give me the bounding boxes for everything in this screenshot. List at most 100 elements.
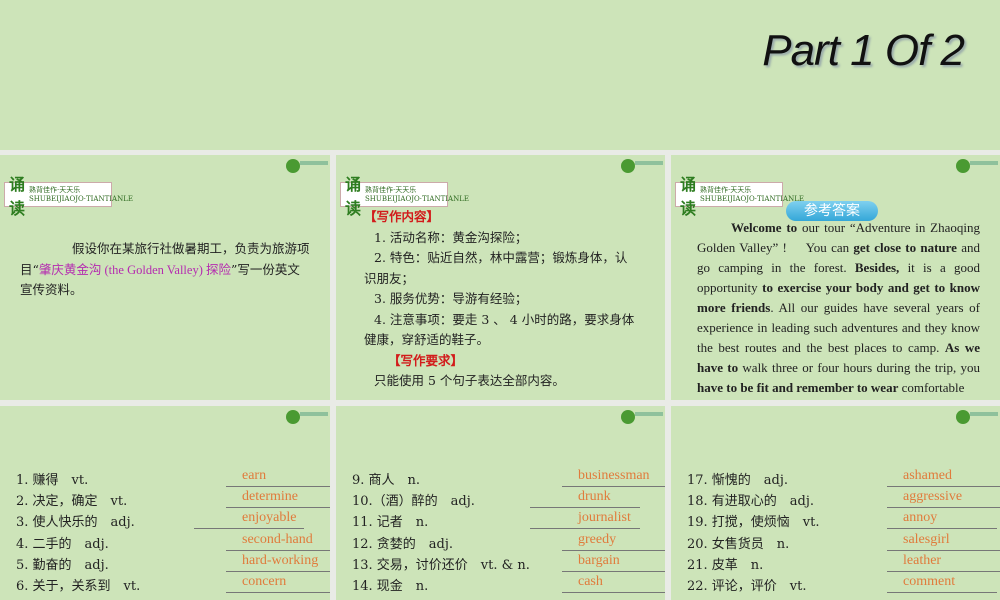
recite-badge: 诵读 熟背佳作·天天乐 SHUBEIJIAOJO·TIANTIANLE [340, 175, 469, 218]
site-logo-icon [286, 159, 328, 173]
vocab-row: 9. 商人 n. businessman [352, 468, 665, 490]
answer-blank [226, 570, 330, 572]
answer-blank [562, 570, 665, 572]
answer-blank [887, 486, 1000, 487]
answer-blank [562, 549, 665, 551]
site-logo-icon [621, 410, 663, 424]
vocab-term: 11. 记者 n. [352, 515, 429, 531]
vocab-answer: bargain [578, 552, 620, 568]
title-area: Part 1 Of 2 [0, 0, 1000, 150]
vocab-answer: earn [242, 468, 267, 483]
vocab-term: 21. 皮革 n. [687, 557, 764, 573]
vocab-answer: annoy [903, 510, 938, 526]
vocab-answer: greedy [578, 531, 617, 547]
prompt-text: 假设你在某旅行社做暑期工，负责为旅游项目“肇庆黄金沟 (the Golden V… [20, 241, 310, 297]
slide-prompt[interactable]: 诵读 熟背佳作·天天乐 SHUBEIJIAOJO·TIANTIANLE 假设你在某旅… [0, 155, 330, 400]
answer-blank [530, 507, 640, 509]
site-logo-icon [956, 159, 998, 173]
vocab-term: 17. 惭愧的 adj. [687, 473, 789, 488]
vocab-term: 20. 女售货员 n. [687, 536, 790, 552]
answer-blank [226, 549, 330, 551]
vocab-row: 1. 赚得 vt. earn [16, 468, 330, 490]
vocab-answer: drunk [578, 489, 611, 505]
vocab-answer: determine [242, 489, 298, 505]
essay-segment: have to be fit and remember to wear [697, 380, 899, 395]
answer-blank [562, 592, 665, 593]
vocab-row: 10.（酒）醉的 adj. drunk [352, 489, 665, 511]
vocab-answer: businessman [578, 468, 650, 483]
slide-vocab-1[interactable]: 1. 赚得 vt. earn 2. 决定，确定 vt. determine 3. 使人快… [0, 406, 330, 600]
vocab-term: 19. 打搅，使烦恼 vt. [687, 515, 820, 531]
vocab-answer: comment [903, 574, 956, 589]
recite-badge: 诵读 熟背佳作·天天乐 SHUBEIJIAOJO·TIANTIANLE [675, 175, 804, 218]
vocab-answer: enjoyable [242, 510, 297, 526]
vocab-row: 19. 打搅，使烦恼 vt. annoy [687, 510, 1000, 532]
slide-requirements[interactable]: 诵读 熟背佳作·天天乐 SHUBEIJIAOJO·TIANTIANLE 【写作内容】… [336, 155, 665, 400]
vocab-term: 6. 关于，关系到 vt. [16, 579, 141, 594]
vocab-row: 12. 贪婪的 adj. greedy [352, 531, 665, 554]
answer-blank [194, 528, 304, 530]
vocab-answer: aggressive [903, 489, 963, 505]
answer-blank [887, 592, 997, 593]
vocab-term: 2. 决定，确定 vt. [16, 494, 128, 510]
vocab-row: 21. 皮革 n. leather [687, 552, 1000, 575]
item: 3. 服务优势：导游有经验； [374, 291, 528, 306]
vocab-row: 6. 关于，关系到 vt. concern [16, 574, 330, 596]
vocab-answer: leather [903, 552, 942, 568]
item: 2. 特色：贴近自然，林中露营；锻炼身体，认识朋友； [364, 250, 628, 286]
vocab-term: 18. 有进取心的 adj. [687, 494, 815, 510]
vocab-answer: salesgirl [903, 531, 950, 547]
answer-blank [226, 507, 330, 509]
vocab-row: 20. 女售货员 n. salesgirl [687, 531, 1000, 554]
requirement-heading: 【写作要求】 [388, 352, 464, 368]
vocab-term: 9. 商人 n. [352, 473, 421, 488]
vocab-row: 14. 现金 n. cash [352, 574, 665, 596]
recite-badge: 诵读 熟背佳作·天天乐 SHUBEIJIAOJO·TIANTIANLE [4, 175, 133, 218]
answer-blank [887, 507, 1000, 509]
vocab-row: 11. 记者 n. journalist [352, 510, 665, 532]
vocab-term: 10.（酒）醉的 adj. [352, 494, 475, 510]
vocab-answer: hard-working [242, 552, 319, 568]
vocab-answer: journalist [578, 510, 631, 526]
answer-blank [226, 592, 330, 593]
answer-blank [562, 486, 665, 487]
vocab-term: 13. 交易，讨价还价 vt. & n. [352, 557, 530, 573]
answer-blank [226, 486, 330, 487]
answer-essay: Welcome to our tour “Adventure in Zhaoqi… [697, 218, 980, 398]
item: 4. 注意事项：要走 3 、 4 小时的路，要求身体健康，穿舒适的鞋子。 [364, 311, 635, 348]
site-logo-icon [621, 159, 663, 173]
site-logo-icon [286, 410, 328, 424]
essay-segment: get close to nature [853, 240, 957, 255]
slide-answer[interactable]: 诵读 熟背佳作·天天乐 SHUBEIJIAOJO·TIANTIANLE 参考答案 W… [671, 155, 1000, 400]
vocab-term: 12. 贪婪的 adj. [352, 536, 454, 552]
slide-title: Part 1 Of 2 [762, 26, 965, 75]
essay-segment: Besides, [854, 260, 900, 275]
slide-vocab-2[interactable]: 9. 商人 n. businessman 10.（酒）醉的 adj. drunk 11.… [336, 406, 665, 600]
item: 1. 活动名称：黄金沟探险； [374, 229, 528, 245]
vocab-row: 2. 决定，确定 vt. determine [16, 489, 330, 511]
vocab-term: 14. 现金 n. [352, 579, 429, 594]
requirements-text: 【写作内容】 1. 活动名称：黄金沟探险； 2. 特色：贴近自然，林中露营；锻炼… [364, 207, 639, 392]
vocab-answer: concern [242, 574, 287, 589]
vocab-row: 5. 勤奋的 adj. hard-working [16, 552, 330, 575]
answer-blank [887, 570, 1000, 572]
vocab-term: 5. 勤奋的 adj. [16, 557, 109, 573]
vocab-row: 4. 二手的 adj. second-hand [16, 532, 330, 554]
vocab-term: 22. 评论，评价 vt. [687, 579, 807, 594]
answer-blank [530, 528, 640, 530]
slide-vocab-3[interactable]: 17. 惭愧的 adj. ashamed 18. 有进取心的 adj. aggress… [671, 406, 1000, 600]
vocab-answer: ashamed [903, 468, 952, 483]
requirement: 只能使用 5 个句子表达全部内容。 [374, 373, 565, 388]
vocab-answer: cash [578, 574, 603, 589]
vocab-term: 3. 使人快乐的 adj. [16, 515, 135, 531]
essay-segment: Welcome to [731, 220, 798, 235]
answer-blank [887, 549, 1000, 551]
vocab-row: 3. 使人快乐的 adj. enjoyable [16, 510, 330, 532]
site-logo-icon [956, 410, 998, 424]
vocab-term: 1. 赚得 vt. [16, 473, 89, 488]
content-heading: 【写作内容】 [364, 209, 440, 224]
vocab-term: 4. 二手的 adj. [16, 536, 109, 552]
essay-segment: comfortable [898, 380, 965, 395]
vocab-row: 18. 有进取心的 adj. aggressive [687, 489, 1000, 511]
answer-blank [887, 528, 997, 530]
